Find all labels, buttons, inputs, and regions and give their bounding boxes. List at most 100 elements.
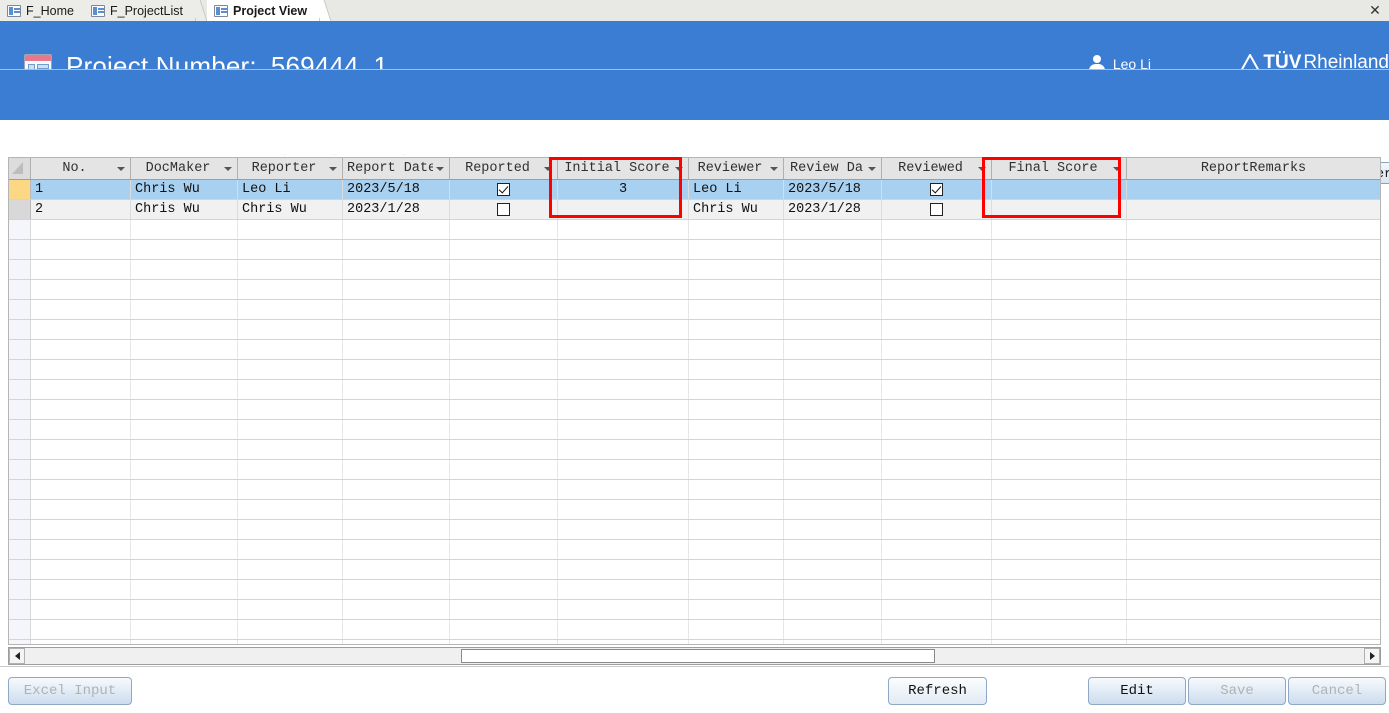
empty-cell[interactable]	[131, 280, 238, 299]
empty-cell[interactable]	[558, 220, 689, 239]
cell-initial-score[interactable]: 3	[558, 180, 689, 199]
table-row[interactable]: 2 Chris Wu Chris Wu 2023/1/28 Chris Wu 2…	[9, 200, 1380, 220]
empty-cell[interactable]	[131, 460, 238, 479]
empty-cell[interactable]	[784, 600, 882, 619]
empty-cell[interactable]	[882, 440, 992, 459]
scroll-left-arrow[interactable]	[9, 648, 25, 664]
empty-cell[interactable]	[882, 340, 992, 359]
empty-cell[interactable]	[558, 460, 689, 479]
empty-row[interactable]	[9, 300, 1380, 320]
empty-cell[interactable]	[784, 480, 882, 499]
row-selector[interactable]	[9, 340, 31, 359]
empty-cell[interactable]	[343, 240, 450, 259]
column-header-review-date[interactable]: Review Da	[784, 158, 882, 179]
chevron-down-icon[interactable]	[868, 164, 877, 173]
row-selector[interactable]	[9, 380, 31, 399]
refresh-button[interactable]: Refresh	[888, 677, 987, 705]
empty-cell[interactable]	[882, 640, 992, 644]
empty-cell[interactable]	[343, 560, 450, 579]
empty-cell[interactable]	[558, 280, 689, 299]
cell-docmaker[interactable]: Chris Wu	[131, 180, 238, 199]
cell-reported-checkbox[interactable]	[450, 200, 558, 219]
column-header-reviewed[interactable]: Reviewed	[882, 158, 992, 179]
empty-cell[interactable]	[131, 620, 238, 639]
empty-cell[interactable]	[992, 580, 1127, 599]
empty-row[interactable]	[9, 400, 1380, 420]
empty-cell[interactable]	[238, 500, 343, 519]
empty-cell[interactable]	[882, 360, 992, 379]
empty-cell[interactable]	[450, 640, 558, 644]
empty-cell[interactable]	[31, 520, 131, 539]
column-header-docmaker[interactable]: DocMaker	[131, 158, 238, 179]
empty-cell[interactable]	[992, 600, 1127, 619]
row-selector[interactable]	[9, 260, 31, 279]
empty-cell[interactable]	[882, 320, 992, 339]
empty-cell[interactable]	[238, 360, 343, 379]
empty-cell[interactable]	[882, 400, 992, 419]
empty-row[interactable]	[9, 520, 1380, 540]
empty-cell[interactable]	[31, 420, 131, 439]
empty-row[interactable]	[9, 440, 1380, 460]
empty-cell[interactable]	[689, 360, 784, 379]
empty-cell[interactable]	[784, 440, 882, 459]
empty-cell[interactable]	[450, 260, 558, 279]
row-selector[interactable]	[9, 240, 31, 259]
empty-cell[interactable]	[689, 260, 784, 279]
empty-cell[interactable]	[1127, 580, 1380, 599]
column-header-no[interactable]: No.	[31, 158, 131, 179]
column-header-report-date[interactable]: Report Date	[343, 158, 450, 179]
empty-cell[interactable]	[784, 460, 882, 479]
empty-cell[interactable]	[238, 520, 343, 539]
cell-docmaker[interactable]: Chris Wu	[131, 200, 238, 219]
empty-cell[interactable]	[343, 580, 450, 599]
empty-cell[interactable]	[689, 640, 784, 644]
empty-cell[interactable]	[992, 480, 1127, 499]
empty-cell[interactable]	[131, 580, 238, 599]
report-datasheet[interactable]: No. DocMaker Reporter Report Date Report…	[8, 157, 1381, 645]
row-selector[interactable]	[9, 520, 31, 539]
empty-cell[interactable]	[689, 420, 784, 439]
empty-cell[interactable]	[131, 520, 238, 539]
empty-cell[interactable]	[558, 500, 689, 519]
empty-cell[interactable]	[450, 240, 558, 259]
empty-cell[interactable]	[1127, 440, 1380, 459]
empty-cell[interactable]	[992, 620, 1127, 639]
empty-cell[interactable]	[558, 420, 689, 439]
empty-cell[interactable]	[784, 320, 882, 339]
empty-cell[interactable]	[1127, 480, 1380, 499]
empty-cell[interactable]	[558, 320, 689, 339]
empty-cell[interactable]	[689, 220, 784, 239]
empty-cell[interactable]	[784, 360, 882, 379]
cell-review-date[interactable]: 2023/5/18	[784, 180, 882, 199]
empty-cell[interactable]	[1127, 240, 1380, 259]
save-button[interactable]: Save	[1188, 677, 1286, 705]
empty-cell[interactable]	[343, 380, 450, 399]
empty-cell[interactable]	[882, 560, 992, 579]
cell-reported-checkbox[interactable]	[450, 180, 558, 199]
empty-cell[interactable]	[450, 560, 558, 579]
chevron-down-icon[interactable]	[329, 164, 338, 173]
empty-cell[interactable]	[992, 360, 1127, 379]
empty-cell[interactable]	[31, 260, 131, 279]
empty-cell[interactable]	[882, 520, 992, 539]
empty-cell[interactable]	[784, 500, 882, 519]
empty-cell[interactable]	[992, 280, 1127, 299]
empty-cell[interactable]	[31, 480, 131, 499]
empty-row[interactable]	[9, 320, 1380, 340]
empty-cell[interactable]	[882, 300, 992, 319]
cell-report-date[interactable]: 2023/1/28	[343, 200, 450, 219]
empty-cell[interactable]	[31, 300, 131, 319]
empty-cell[interactable]	[131, 560, 238, 579]
empty-cell[interactable]	[238, 540, 343, 559]
cell-reviewer[interactable]: Leo Li	[689, 180, 784, 199]
empty-row[interactable]	[9, 560, 1380, 580]
empty-cell[interactable]	[238, 380, 343, 399]
empty-cell[interactable]	[558, 300, 689, 319]
empty-cell[interactable]	[689, 280, 784, 299]
empty-cell[interactable]	[689, 500, 784, 519]
empty-cell[interactable]	[992, 640, 1127, 644]
empty-row[interactable]	[9, 580, 1380, 600]
row-selector[interactable]	[9, 580, 31, 599]
empty-cell[interactable]	[689, 380, 784, 399]
row-selector[interactable]	[9, 480, 31, 499]
